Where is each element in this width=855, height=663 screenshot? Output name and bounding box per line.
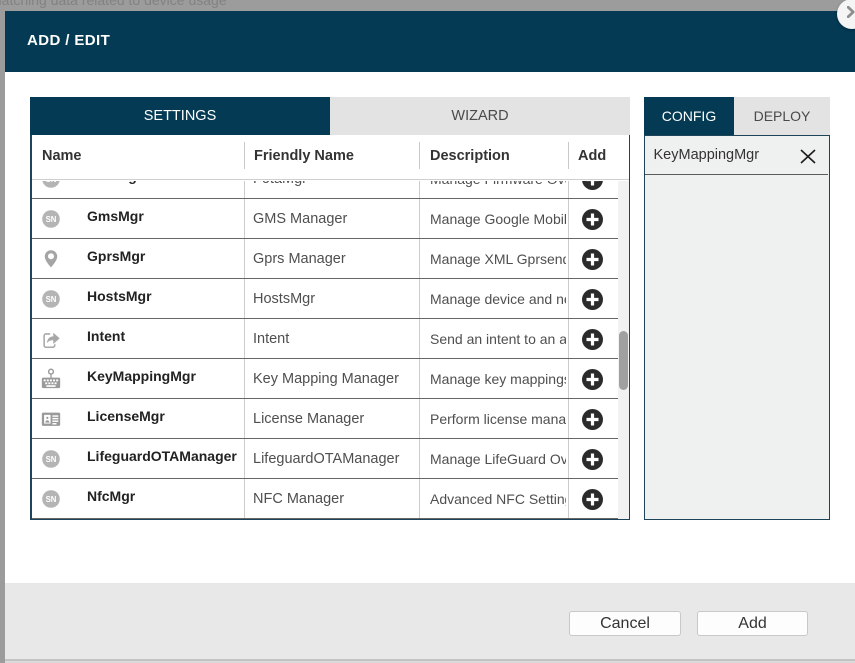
svg-text:SN: SN [46,181,57,184]
svg-text:SN: SN [46,295,57,304]
svg-text:SN: SN [46,455,57,464]
svg-text:SN: SN [46,495,57,504]
svg-text:SN: SN [46,215,57,224]
